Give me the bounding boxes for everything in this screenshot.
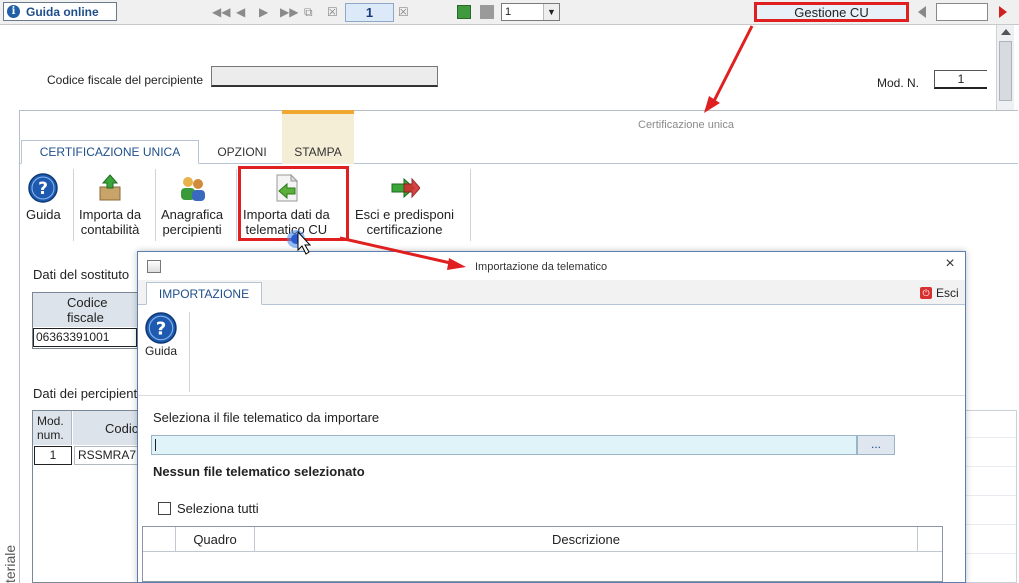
tab-opzioni[interactable]: OPZIONI — [203, 140, 281, 164]
ribbon-divider — [236, 169, 237, 241]
close-icon[interactable]: × — [942, 256, 958, 272]
sostituto-codice-fiscale-cell[interactable]: 06363391001 — [33, 328, 137, 347]
next-module-icon[interactable] — [999, 6, 1007, 18]
help-icon: ? — [145, 312, 177, 344]
gestione-cu-button[interactable]: Gestione CU — [754, 2, 909, 22]
tab-importazione[interactable]: IMPORTAZIONE — [146, 282, 262, 305]
text-caret — [155, 439, 156, 451]
importazione-dialog: Importazione da telematico × IMPORTAZION… — [137, 251, 966, 583]
app-icon — [147, 260, 161, 273]
no-file-message: Nessun file telematico selezionato — [153, 464, 365, 479]
clear-icon[interactable]: ☒ — [398, 4, 409, 20]
row-header-cell — [143, 527, 176, 552]
quadro-column-header[interactable]: Quadro — [176, 527, 255, 552]
last-page-icon[interactable]: ▶▶ — [280, 4, 298, 20]
guida-button[interactable]: ? Guida — [26, 173, 61, 222]
anagrafica-line1: Anagrafica — [161, 207, 224, 222]
browse-button[interactable]: ... — [857, 435, 895, 455]
select-file-label: Seleziona il file telematico da importar… — [153, 410, 380, 425]
prev-module-icon[interactable] — [918, 6, 926, 18]
tab-stampa[interactable]: STAMPA — [282, 110, 354, 164]
add-sheet-icon[interactable] — [457, 5, 471, 19]
dialog-guida-button[interactable]: ? Guida — [145, 312, 177, 358]
page-select[interactable]: 1 ▼ — [501, 3, 560, 21]
svg-text:?: ? — [156, 318, 167, 339]
power-icon: ⏻ — [920, 287, 932, 299]
info-icon: i — [7, 5, 20, 18]
quadri-table: Quadro Descrizione — [142, 526, 943, 582]
esci-button[interactable]: ⏻ Esci — [920, 286, 959, 300]
anagrafica-line2: percipienti — [162, 222, 222, 237]
select-all-label: Seleziona tutti — [177, 501, 259, 516]
dialog-tabs: IMPORTAZIONE ⏻ Esci — [138, 280, 965, 305]
page-select-value: 1 — [505, 6, 512, 18]
dialog-title: Importazione da telematico — [475, 261, 608, 273]
esci-predisponi-button[interactable]: Esci e predisponi certificazione — [355, 173, 454, 237]
percipienti-section-label: Dati dei percipienti — [33, 386, 140, 401]
panel-title: Certificazione unica — [638, 119, 734, 131]
next-page-icon[interactable]: ▶ — [259, 4, 268, 20]
sostituto-section-label: Dati del sostituto — [33, 267, 130, 282]
guida-online-button[interactable]: i Guida online — [3, 2, 117, 21]
guida-label: Guida — [26, 207, 61, 222]
scroll-thumb[interactable] — [999, 41, 1012, 101]
first-page-icon[interactable]: ◀◀ — [212, 4, 230, 20]
copy-page-icon[interactable]: ⧉ — [304, 4, 313, 20]
page-number-field[interactable]: 1 — [345, 3, 394, 22]
table-row-codice[interactable]: RSSMRA7 — [74, 446, 140, 465]
background-grid — [965, 410, 1017, 583]
anagrafica-percipienti-button[interactable]: Anagrafica percipienti — [161, 173, 223, 237]
tab-certificazione-unica[interactable]: CERTIFICAZIONE UNICA — [21, 140, 199, 164]
importa-contabilita-line2: contabilità — [80, 222, 140, 237]
table-row-mod-num[interactable]: 1 — [34, 446, 72, 465]
ribbon-divider — [73, 169, 74, 241]
importa-contabilita-line1: Importa da — [79, 207, 142, 222]
delete-page-icon[interactable]: ☒ — [327, 4, 338, 20]
panel-tabs: CERTIFICAZIONE UNICA OPZIONI STAMPA — [20, 110, 1018, 164]
sostituto-column-header: Codice fiscale — [33, 293, 141, 327]
side-vertical-label: teriale — [2, 544, 18, 583]
checkbox-box[interactable] — [158, 502, 171, 515]
prev-page-icon[interactable]: ◀ — [236, 4, 245, 20]
select-all-checkbox[interactable]: Seleziona tutti — [158, 501, 259, 516]
table-header: Quadro Descrizione — [143, 527, 942, 552]
mod-n-label: Mod. N. — [877, 76, 920, 90]
codice-fiscale-input[interactable] — [211, 66, 438, 87]
dialog-ribbon: ? Guida — [138, 306, 965, 396]
dialog-body: Seleziona il file telematico da importar… — [138, 397, 965, 582]
ribbon-divider — [189, 312, 190, 392]
ribbon-divider — [155, 169, 156, 241]
importa-contabilita-button[interactable]: Importa da contabilità — [79, 173, 141, 237]
esci-predisponi-line1: Esci e predisponi — [355, 207, 454, 222]
help-icon: ? — [28, 173, 59, 203]
vertical-scrollbar[interactable] — [996, 25, 1014, 111]
panel-ribbon: ? Guida Importa da contabilità Anagrafic… — [20, 165, 1018, 245]
import-box-icon — [99, 174, 121, 201]
mod-n-field[interactable]: 1 — [934, 70, 987, 89]
arrow-to-panel — [704, 25, 754, 113]
top-toolbar: i Guida online ◀◀ ◀ ▶ ▶▶ ⧉ ☒ 1 ☒ 1 ▼ Ges… — [0, 0, 1019, 25]
guida-online-label: Guida online — [26, 4, 99, 19]
stop-icon[interactable] — [480, 5, 494, 19]
codice-column-header: Codice — [73, 411, 145, 445]
chevron-down-icon[interactable]: ▼ — [543, 4, 559, 20]
codice-fiscale-label: Codice fiscale del percipiente — [47, 73, 204, 87]
ribbon-divider — [470, 169, 471, 241]
esci-label: Esci — [936, 286, 959, 300]
svg-text:?: ? — [38, 179, 48, 199]
descrizione-column-header[interactable]: Descrizione — [255, 527, 918, 552]
scroll-up-icon[interactable] — [1001, 29, 1011, 35]
mod-num-column-header: Mod. num. — [33, 411, 72, 445]
dialog-titlebar[interactable]: Importazione da telematico × — [138, 252, 965, 279]
esci-predisponi-line2: certificazione — [366, 222, 443, 237]
dialog-guida-label: Guida — [145, 344, 178, 358]
users-icon — [181, 177, 206, 201]
exit-arrow-icon — [391, 177, 420, 199]
module-field[interactable] — [936, 3, 988, 21]
highlight-box — [238, 166, 349, 241]
file-path-input[interactable] — [151, 435, 857, 455]
